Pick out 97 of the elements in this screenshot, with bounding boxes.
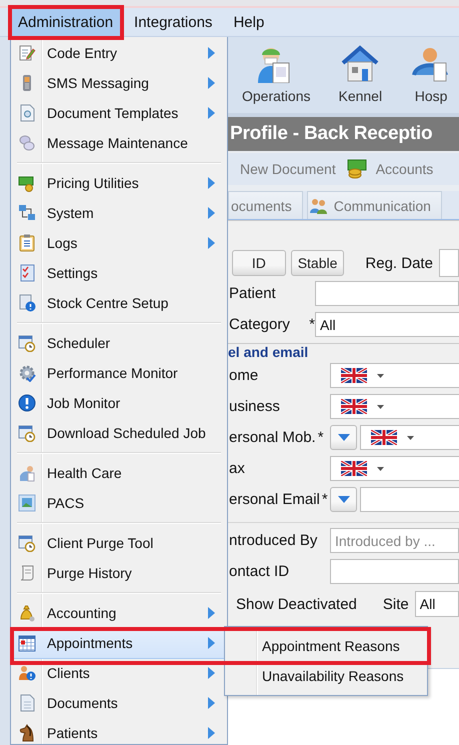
- document-icon: [18, 694, 36, 712]
- field-label: usiness: [229, 398, 280, 415]
- picture-icon: [18, 494, 36, 512]
- gear-icon: [18, 364, 36, 382]
- checkbox-label: Show Deactivated: [236, 596, 357, 612]
- menu-item[interactable]: Clients: [13, 658, 225, 688]
- search-button[interactable]: ID: [232, 250, 286, 276]
- search-button[interactable]: Stable: [290, 250, 344, 276]
- menu-item[interactable]: Unavailability Reasons: [225, 661, 427, 691]
- country-select[interactable]: [330, 363, 459, 388]
- menu-item[interactable]: Job Monitor: [13, 388, 225, 418]
- caret-icon: [338, 496, 350, 503]
- speech-bubbles-icon: [18, 134, 36, 152]
- field-label: ontact ID: [229, 563, 290, 580]
- input-field[interactable]: Introduced by ...: [330, 528, 459, 553]
- exclamation-icon: [18, 394, 36, 412]
- field-label: ersonal Mob.: [229, 429, 316, 446]
- required-mark: *: [309, 316, 315, 333]
- people-icon: [310, 198, 328, 214]
- dropdown-button[interactable]: [330, 425, 357, 450]
- input-field[interactable]: [330, 559, 459, 584]
- menu-item[interactable]: Health Care: [13, 458, 225, 488]
- caret-icon: [407, 436, 414, 440]
- field-label: Site: [382, 596, 409, 612]
- menu-item[interactable]: PACS: [13, 488, 225, 518]
- menu-item[interactable]: Logs: [13, 228, 225, 258]
- menu-item[interactable]: Purge History: [13, 558, 225, 588]
- field-label: ntroduced By: [229, 532, 318, 549]
- menu-bar-item[interactable]: Help: [227, 8, 272, 36]
- field-label: ome: [229, 367, 258, 384]
- field-label: Reg. Date: [365, 254, 433, 272]
- note-pencil-icon: [18, 44, 36, 62]
- tab[interactable]: ocuments: [228, 191, 303, 219]
- select-field[interactable]: All: [315, 312, 459, 337]
- input-field[interactable]: [360, 487, 459, 512]
- caret-icon: [377, 466, 384, 470]
- menu-item[interactable]: Accounting: [13, 598, 225, 628]
- field-label: Patient: [229, 285, 277, 302]
- menu-item[interactable]: Scheduler: [13, 328, 225, 358]
- input-field[interactable]: All: [414, 591, 459, 617]
- toolbar-button[interactable]: Operations: [242, 37, 310, 104]
- person-window-icon: [412, 45, 450, 83]
- menu-item[interactable]: Client Purge Tool: [13, 528, 225, 558]
- dropdown-button[interactable]: [330, 487, 357, 512]
- menu-item[interactable]: Patients: [13, 718, 225, 744]
- toolbar-button[interactable]: Accounts: [346, 158, 434, 180]
- menu-item[interactable]: Download Scheduled Job: [13, 418, 225, 448]
- flag-icon: [341, 399, 367, 414]
- menu-item[interactable]: Documents: [13, 688, 225, 718]
- calendar-clock-icon: [18, 534, 36, 552]
- menu-item[interactable]: Performance Monitor: [13, 358, 225, 388]
- person-icon: [18, 464, 36, 482]
- checklist-icon: [18, 264, 36, 282]
- required-mark: *: [318, 429, 324, 446]
- toolbar-button[interactable]: Hosp: [412, 37, 450, 104]
- caret-icon: [338, 434, 350, 441]
- country-select[interactable]: [360, 425, 459, 450]
- calendar-clock-icon: [18, 334, 36, 352]
- money-icon: [18, 174, 36, 192]
- flag-icon: [371, 430, 397, 445]
- field-label: Category: [229, 316, 291, 333]
- toolbar-button[interactable]: Kennel: [338, 37, 382, 104]
- house-icon: [341, 45, 380, 83]
- menu-bar-item[interactable]: Administration: [12, 8, 120, 36]
- caret-icon: [377, 374, 384, 378]
- country-select[interactable]: [330, 456, 459, 481]
- field-label: ax: [229, 460, 245, 477]
- menu-item[interactable]: Appointment Reasons: [225, 631, 427, 661]
- scroll-icon: [18, 564, 36, 582]
- network-icon: [18, 204, 36, 222]
- menu-item[interactable]: System: [13, 198, 225, 228]
- caret-icon: [377, 404, 384, 408]
- people-icon: [18, 664, 36, 682]
- tab[interactable]: Communication: [306, 191, 442, 219]
- menu-item[interactable]: SMS Messaging: [13, 68, 225, 98]
- calendar-icon: [18, 634, 36, 652]
- flag-icon: [341, 461, 367, 476]
- calendar-clock-icon: [18, 424, 36, 442]
- menu-item[interactable]: Code Entry: [13, 38, 225, 68]
- menu-item[interactable]: Settings: [13, 258, 225, 288]
- date-field[interactable]: [438, 249, 459, 277]
- clipboard-icon: [18, 234, 36, 252]
- menu-item[interactable]: Pricing Utilities: [13, 168, 225, 198]
- flag-icon: [341, 368, 367, 383]
- document-icon: [18, 104, 36, 122]
- document-alert-icon: [18, 294, 36, 312]
- horse-icon: [18, 724, 36, 742]
- menu-item[interactable]: Stock Centre Setup: [13, 288, 225, 318]
- toolbar-button[interactable]: New Document: [240, 161, 336, 177]
- required-mark: *: [322, 491, 328, 508]
- menu-item[interactable]: Message Maintenance: [13, 128, 225, 158]
- input-field[interactable]: [315, 281, 459, 306]
- menu-item[interactable]: Document Templates: [13, 98, 225, 128]
- country-select[interactable]: [330, 394, 459, 419]
- field-label: ersonal Email: [229, 491, 320, 508]
- menu-bar-item[interactable]: Integrations: [128, 8, 220, 36]
- panel-title: Profile - Back Receptio: [228, 117, 459, 151]
